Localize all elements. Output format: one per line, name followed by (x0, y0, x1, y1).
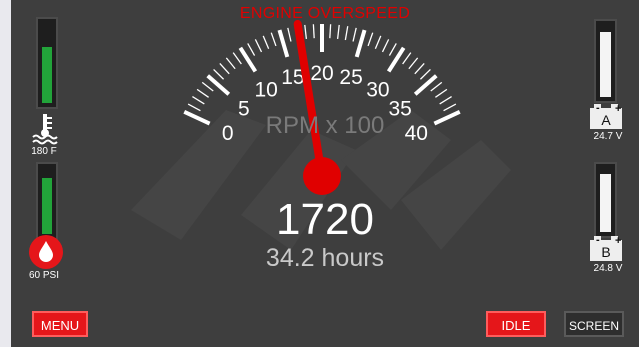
svg-text:+: + (615, 103, 621, 115)
minor-tick (435, 88, 448, 98)
minor-tick (287, 27, 292, 42)
tick-label: 10 (254, 78, 277, 101)
minor-tick (232, 52, 242, 65)
battery-a-icon: - + A (590, 102, 622, 129)
minor-tick (352, 27, 357, 42)
screen-button[interactable]: SCREEN (564, 311, 624, 337)
idle-button[interactable]: IDLE (486, 311, 546, 337)
battery-a-bar (594, 19, 617, 103)
minor-tick (430, 81, 443, 92)
minor-tick (336, 24, 340, 39)
rpm-readout: 1720 (276, 195, 374, 244)
minor-tick (247, 43, 256, 56)
minor-tick (219, 63, 230, 75)
major-tick (206, 74, 231, 96)
coolant-bar-fill (42, 47, 52, 103)
major-tick (386, 46, 406, 73)
menu-button[interactable]: MENU (32, 311, 88, 337)
battery-a-letter: A (601, 112, 611, 128)
battery-b-letter: B (601, 244, 610, 260)
tick-label: 25 (339, 66, 362, 89)
tick-label: 30 (366, 78, 389, 101)
minor-tick (408, 57, 419, 70)
minor-tick (187, 103, 201, 112)
minor-tick (414, 63, 425, 75)
svg-text:+: + (615, 235, 621, 247)
major-tick (413, 74, 438, 96)
minor-tick (443, 103, 457, 112)
minor-tick (304, 24, 308, 39)
battery-a-bar-fill (600, 32, 611, 97)
minor-tick (201, 81, 214, 92)
coolant-temperature-label: 180 F (31, 146, 57, 157)
battery-b-voltage: 24.8 V (593, 263, 623, 274)
minor-tick (329, 24, 332, 39)
minor-tick (402, 52, 412, 65)
minor-tick (439, 96, 452, 105)
coolant-bar (36, 17, 58, 109)
oil-pressure-bar (36, 162, 58, 240)
minor-tick (312, 24, 315, 39)
minor-tick (388, 43, 397, 56)
rpm-needle (293, 19, 326, 180)
tick-label: 20 (310, 62, 333, 85)
minor-tick (374, 35, 382, 49)
coolant-temperature-icon (32, 114, 58, 145)
svg-text:-: - (596, 102, 600, 114)
needle-hub (303, 157, 341, 195)
display-screen: 0 5 10 15 20 25 30 35 40 ENGINE OVERSPEED RPM x … (11, 0, 639, 347)
minor-tick (262, 35, 270, 49)
minor-tick (367, 32, 374, 47)
oil-drop-icon (29, 235, 63, 269)
rpm-gauge: 051015 20 25303540 (183, 19, 461, 195)
battery-b-bar-fill (600, 174, 611, 232)
minor-tick (381, 39, 390, 53)
battery-b-icon: - + B (590, 234, 622, 261)
minor-tick (192, 96, 205, 105)
svg-text:-: - (596, 234, 600, 246)
major-tick (354, 29, 367, 58)
battery-a-voltage: 24.7 V (593, 131, 623, 142)
minor-tick (270, 32, 277, 47)
minor-tick (419, 68, 431, 80)
battery-b-bar (594, 162, 617, 238)
major-tick (238, 46, 258, 73)
rpm-unit-label: RPM x 100 (265, 112, 385, 139)
oil-pressure-bar-fill (42, 177, 52, 234)
minor-tick (213, 68, 225, 80)
oil-pressure-label: 60 PSI (28, 270, 60, 281)
minor-tick (196, 88, 209, 98)
engine-hours: 34.2 hours (265, 244, 385, 272)
minor-tick (344, 26, 349, 41)
overspeed-alert: ENGINE OVERSPEED (239, 5, 411, 22)
minor-tick (254, 39, 263, 53)
major-tick (277, 29, 290, 58)
minor-tick (225, 57, 236, 70)
